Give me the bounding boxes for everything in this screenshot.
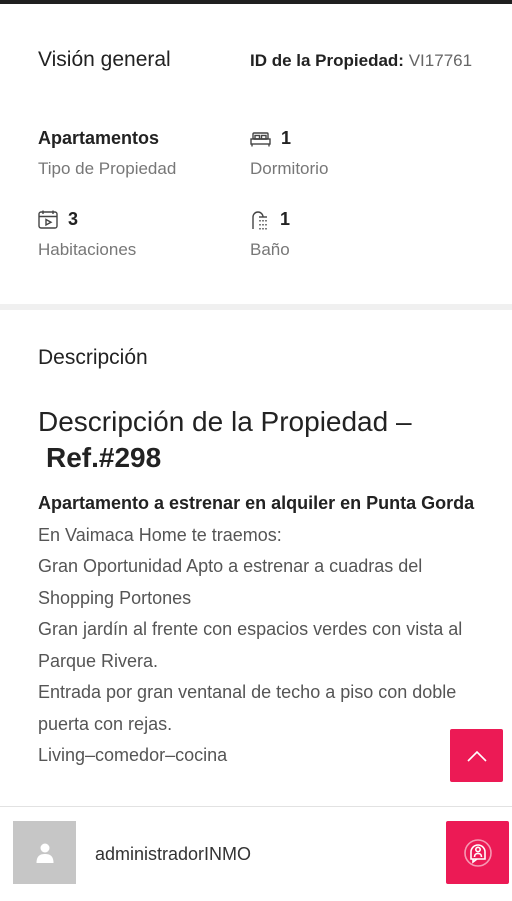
agent-name[interactable]: administradorINMO bbox=[95, 844, 251, 865]
feature-label: Habitaciones bbox=[38, 240, 137, 259]
description-heading-text: Descripción de la Propiedad – bbox=[38, 406, 412, 437]
description-paragraph: Gran Oportunidad Apto a estrenar a cuadr… bbox=[38, 556, 423, 608]
contact-agent-button[interactable] bbox=[446, 821, 509, 884]
description-lead: Apartamento a estrenar en alquiler en Pu… bbox=[38, 493, 475, 513]
chevron-up-icon bbox=[466, 750, 487, 762]
rooms-icon bbox=[38, 210, 58, 229]
description-paragraph: En Vaimaca Home te traemos: bbox=[38, 524, 282, 545]
bed-icon bbox=[250, 131, 271, 146]
description-paragraph: Entrada por gran ventanal de techo a pis… bbox=[38, 682, 457, 734]
feature-bedrooms: 1 Dormitorio bbox=[250, 128, 328, 179]
feature-value: 3 bbox=[68, 209, 79, 229]
feature-label: Dormitorio bbox=[250, 159, 329, 178]
property-id-value: VI17761 bbox=[408, 51, 473, 70]
chat-icon bbox=[463, 838, 492, 867]
feature-property-type: Apartamentos Tipo de Propiedad bbox=[38, 128, 176, 179]
feature-label: Baño bbox=[250, 240, 290, 259]
description-section-title: Descripción bbox=[38, 346, 148, 369]
description-heading: Descripción de la Propiedad – Ref.#298 bbox=[38, 404, 478, 476]
feature-value: 1 bbox=[280, 209, 291, 229]
feature-bathrooms: 1 Baño bbox=[250, 209, 290, 260]
overview-card: Visión general ID de la Propiedad: VI177… bbox=[0, 4, 512, 304]
user-icon bbox=[36, 843, 53, 863]
scroll-to-top-button[interactable] bbox=[450, 729, 503, 782]
agent-avatar[interactable] bbox=[13, 821, 76, 884]
description-paragraph: Living–comedor–cocina bbox=[38, 745, 228, 765]
description-card: Descripción Descripción de la Propiedad … bbox=[0, 310, 512, 806]
shower-icon bbox=[252, 210, 267, 229]
feature-value: Apartamentos bbox=[38, 128, 160, 148]
feature-label: Tipo de Propiedad bbox=[38, 159, 177, 178]
property-id: ID de la Propiedad: VI17761 bbox=[250, 51, 472, 71]
description-paragraph: Gran jardín al frente con espacios verde… bbox=[38, 619, 463, 671]
feature-value: 1 bbox=[281, 128, 292, 148]
description-body: Apartamento a estrenar en alquiler en Pu… bbox=[38, 488, 478, 772]
overview-title: Visión general bbox=[38, 48, 171, 71]
feature-rooms: 3 Habitaciones bbox=[38, 209, 136, 260]
reference-number: Ref.#298 bbox=[46, 442, 162, 473]
agent-footer: administradorINMO bbox=[0, 806, 512, 901]
property-id-label: ID de la Propiedad: bbox=[250, 51, 404, 70]
